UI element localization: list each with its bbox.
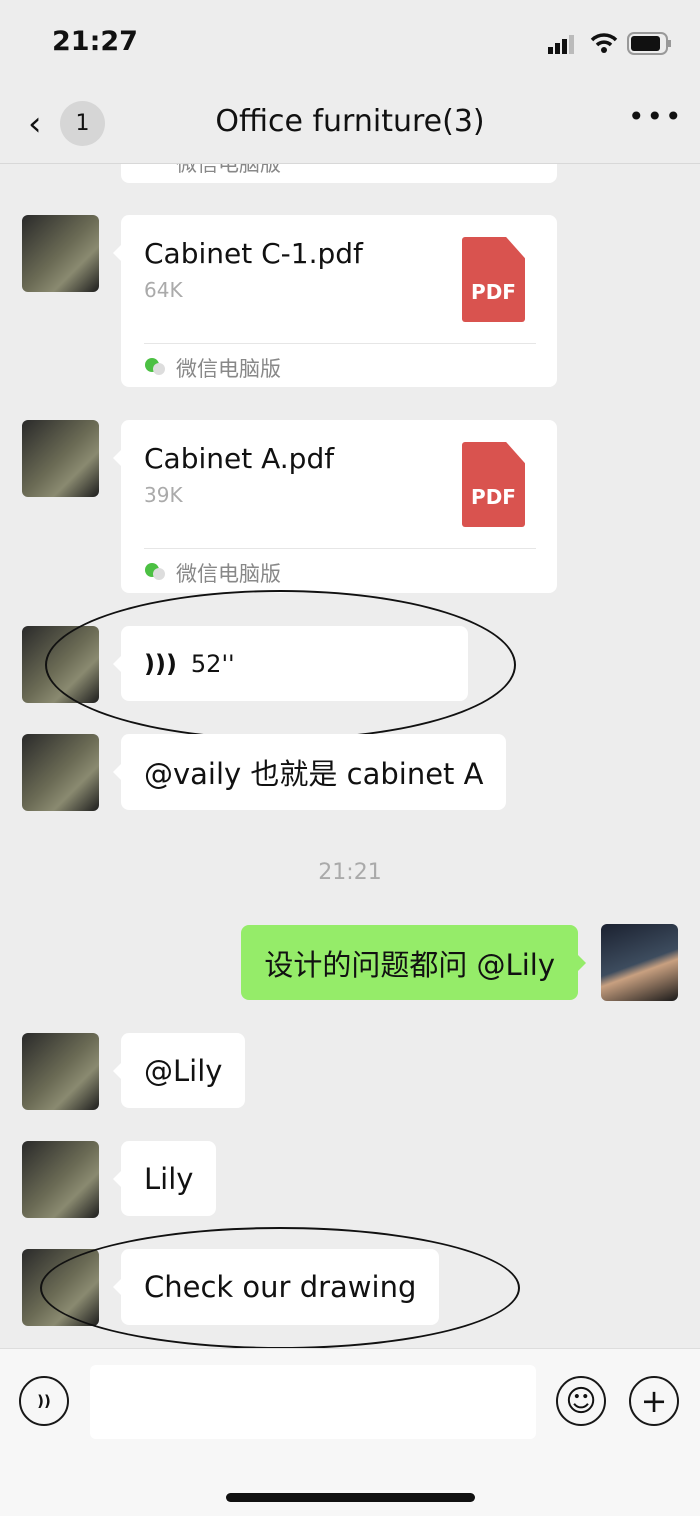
file-source: 微信电脑版 bbox=[176, 357, 281, 381]
avatar[interactable] bbox=[22, 420, 99, 497]
battery-icon bbox=[627, 32, 671, 55]
annotation-ellipse bbox=[40, 1227, 520, 1349]
file-size: 39K bbox=[144, 483, 183, 507]
file-message[interactable]: Cabinet A.pdf 39K PDF 微信电脑版 bbox=[113, 420, 557, 593]
avatar[interactable] bbox=[22, 215, 99, 292]
divider bbox=[144, 548, 536, 549]
file-message[interactable]: Cabinet C-1.pdf 64K PDF 微信电脑版 bbox=[113, 215, 557, 387]
wechat-icon bbox=[145, 563, 165, 580]
voice-input-button[interactable]: )) bbox=[19, 1376, 69, 1426]
wifi-icon bbox=[590, 33, 618, 53]
avatar[interactable] bbox=[22, 734, 99, 811]
chat-title: Office furniture(3) bbox=[215, 104, 485, 139]
signal-icon bbox=[548, 35, 574, 54]
home-indicator[interactable] bbox=[226, 1493, 475, 1502]
voice-icon: )) bbox=[37, 1392, 51, 1410]
text-message[interactable]: @vaily 也就是 cabinet A bbox=[112, 734, 507, 810]
sent-message[interactable]: 设计的问题都问 @Lily bbox=[241, 925, 586, 1000]
pdf-icon: PDF bbox=[462, 237, 525, 322]
more-icon[interactable]: ••• bbox=[628, 100, 684, 133]
file-name: Cabinet A.pdf bbox=[144, 442, 335, 475]
text-message[interactable]: @Lily bbox=[112, 1033, 246, 1108]
avatar[interactable] bbox=[22, 1033, 99, 1110]
plus-icon: + bbox=[640, 1382, 668, 1420]
pdf-icon: PDF bbox=[462, 442, 525, 527]
timestamp: 21:21 bbox=[318, 860, 382, 885]
my-avatar[interactable] bbox=[601, 924, 678, 1001]
file-size: 64K bbox=[144, 278, 183, 302]
file-source: 微信电脑版 bbox=[176, 562, 281, 586]
emoji-icon: ☺ bbox=[565, 1383, 597, 1419]
message-input[interactable] bbox=[90, 1365, 536, 1439]
avatar[interactable] bbox=[22, 1141, 99, 1218]
wechat-icon bbox=[145, 358, 165, 375]
text-message[interactable]: Lily bbox=[112, 1141, 217, 1216]
annotation-ellipse bbox=[45, 590, 516, 740]
nav-bar: 21:27 ‹ 1 Office furniture(3) ••• bbox=[0, 0, 700, 164]
file-name: Cabinet C-1.pdf bbox=[144, 237, 363, 270]
divider bbox=[144, 343, 536, 344]
plus-button[interactable]: + bbox=[629, 1376, 679, 1426]
emoji-button[interactable]: ☺ bbox=[556, 1376, 606, 1426]
status-time: 21:27 bbox=[52, 26, 138, 57]
